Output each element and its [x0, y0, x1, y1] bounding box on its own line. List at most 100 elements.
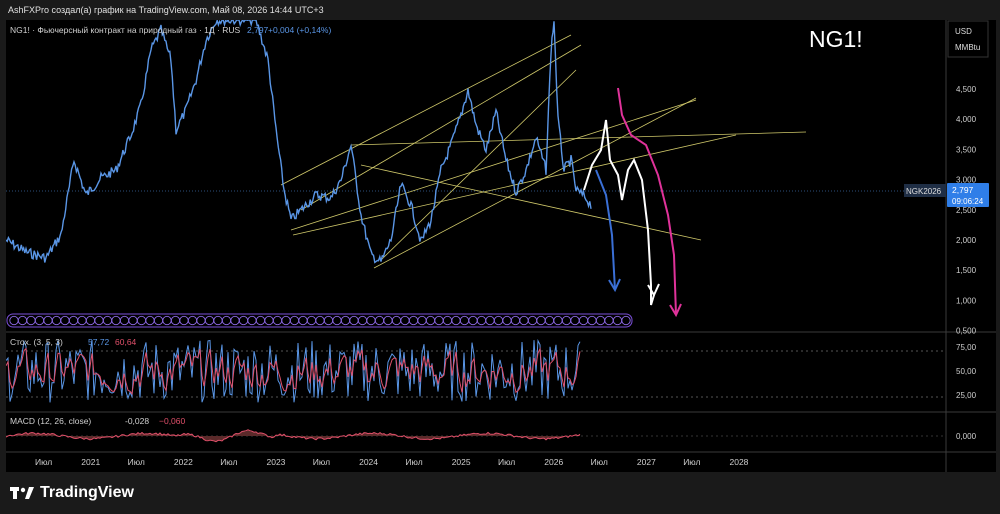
event-marker[interactable]	[315, 315, 325, 326]
event-marker[interactable]	[502, 315, 512, 326]
event-marker[interactable]	[578, 315, 589, 326]
time-tick-label: Июл	[498, 457, 515, 467]
event-marker[interactable]	[417, 315, 427, 326]
event-marker[interactable]	[94, 315, 104, 326]
event-marker[interactable]	[519, 315, 529, 326]
event-marker[interactable]	[111, 315, 121, 326]
event-marker[interactable]	[221, 315, 232, 326]
event-marker[interactable]	[383, 315, 393, 326]
price-tick-label: 4,000	[956, 115, 977, 124]
event-marker[interactable]	[34, 315, 45, 326]
event-marker[interactable]	[247, 315, 257, 326]
event-marker[interactable]	[408, 315, 419, 326]
event-marker[interactable]	[544, 315, 555, 326]
event-marker[interactable]	[323, 315, 334, 326]
projection-arrows-group[interactable]	[583, 87, 682, 318]
event-marker[interactable]	[306, 315, 317, 326]
event-marker[interactable]	[374, 315, 385, 326]
event-marker[interactable]	[179, 315, 189, 326]
watermark-text: NG1!	[809, 26, 863, 52]
event-marker[interactable]	[162, 315, 172, 326]
event-marker[interactable]	[604, 315, 614, 326]
event-marker[interactable]	[145, 315, 155, 326]
event-marker[interactable]	[238, 315, 249, 326]
event-marker[interactable]	[213, 315, 223, 326]
event-marker[interactable]	[77, 315, 87, 326]
event-marker[interactable]	[357, 315, 368, 326]
event-marker[interactable]	[340, 315, 351, 326]
event-marker[interactable]	[612, 315, 623, 326]
event-marker[interactable]	[128, 315, 138, 326]
event-marker[interactable]	[459, 315, 470, 326]
event-marker[interactable]	[298, 315, 308, 326]
event-marker[interactable]	[281, 315, 291, 326]
event-marker[interactable]	[561, 315, 572, 326]
legend-change: +0,004 (+0,14%)	[268, 25, 331, 35]
symbol-legend[interactable]: NG1! · Фьючерсный контракт на природный …	[10, 25, 240, 35]
event-marker[interactable]	[187, 315, 198, 326]
trendline[interactable]	[280, 34, 572, 186]
macd-value: -0,028	[125, 416, 149, 426]
event-marker[interactable]	[536, 315, 546, 326]
time-tick-label: 2023	[267, 457, 286, 467]
event-marker[interactable]	[587, 315, 597, 326]
event-marker[interactable]	[366, 315, 376, 326]
event-marker[interactable]	[476, 315, 487, 326]
chart-area[interactable]: NG1! · Фьючерсный контракт на природный …	[6, 20, 996, 472]
event-marker[interactable]	[196, 315, 206, 326]
event-marker[interactable]	[510, 315, 521, 326]
projection-arrow-blue[interactable]	[595, 169, 616, 291]
event-marker[interactable]	[230, 315, 240, 326]
event-marker[interactable]	[595, 315, 606, 326]
event-marker[interactable]	[442, 315, 453, 326]
time-tick-label: 2025	[452, 457, 471, 467]
trendline[interactable]	[350, 131, 807, 146]
event-marker[interactable]	[570, 315, 580, 326]
time-tick-label: 2026	[544, 457, 563, 467]
event-marker[interactable]	[153, 315, 164, 326]
projection-arrow-white[interactable]	[583, 119, 655, 306]
macd-signal-value: −0,060	[159, 416, 186, 426]
trendline[interactable]	[300, 44, 582, 211]
events-row[interactable]	[6, 313, 633, 328]
event-marker[interactable]	[391, 315, 402, 326]
event-marker[interactable]	[400, 315, 410, 326]
event-marker[interactable]	[26, 315, 36, 326]
event-marker[interactable]	[68, 315, 79, 326]
event-marker[interactable]	[289, 315, 300, 326]
event-marker[interactable]	[272, 315, 283, 326]
macd-legend[interactable]: MACD (12, 26, close)	[10, 416, 91, 426]
event-marker[interactable]	[425, 315, 436, 326]
event-marker[interactable]	[349, 315, 359, 326]
time-axis[interactable]: Июл 2021 Июл 2022 Июл 2023 Июл 2024 Июл 2025 Июл 20…	[35, 457, 749, 467]
event-marker[interactable]	[43, 315, 53, 326]
event-marker[interactable]	[621, 315, 631, 326]
event-marker[interactable]	[204, 315, 215, 326]
event-marker[interactable]	[17, 315, 28, 326]
event-marker[interactable]	[102, 315, 113, 326]
price-axis[interactable]: 4,5004,0003,5003,0002,5002,0001,5001,000…	[956, 85, 977, 336]
event-marker[interactable]	[51, 315, 62, 326]
event-marker[interactable]	[485, 315, 495, 326]
event-marker[interactable]	[9, 315, 19, 326]
macd-axis: 0,000	[956, 432, 977, 441]
event-marker[interactable]	[468, 315, 478, 326]
stoch-d-value: 60,64	[115, 337, 137, 347]
event-marker[interactable]	[553, 315, 563, 326]
event-marker[interactable]	[434, 315, 444, 326]
event-marker[interactable]	[119, 315, 130, 326]
event-marker[interactable]	[451, 315, 461, 326]
event-marker[interactable]	[85, 315, 96, 326]
projection-arrow-white-head	[647, 283, 660, 298]
event-marker[interactable]	[60, 315, 70, 326]
event-marker[interactable]	[170, 315, 181, 326]
event-marker[interactable]	[332, 315, 342, 326]
stoch-legend[interactable]: Стох. (3, 5, 3)	[10, 337, 63, 347]
event-marker[interactable]	[493, 315, 504, 326]
event-marker[interactable]	[264, 315, 274, 326]
event-marker[interactable]	[527, 315, 538, 326]
event-marker[interactable]	[255, 315, 266, 326]
event-marker[interactable]	[136, 315, 147, 326]
legend-price: 2,797	[247, 25, 269, 35]
trendlines-group[interactable]	[280, 34, 807, 269]
